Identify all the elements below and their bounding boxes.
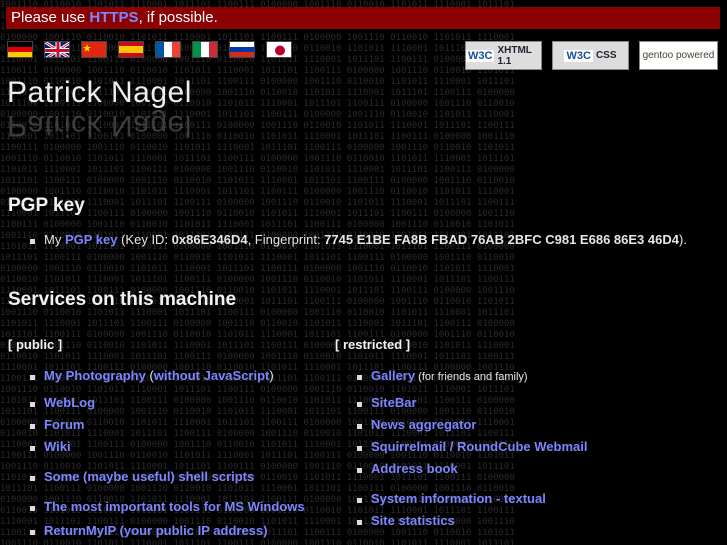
list-item: ReturnMyIP (your public IP address) — [8, 523, 305, 538]
photography-nojs-link[interactable]: without JavaScript — [154, 368, 270, 383]
address-book-link[interactable]: Address book — [371, 461, 458, 476]
list-item: Wiki — [8, 439, 305, 454]
pgp-heading: PGP key — [8, 195, 85, 216]
gentoo-badge-label: gentoo powered — [642, 50, 715, 61]
gallery-note: (for friends and family) — [415, 371, 528, 383]
list-item: System information - textual — [335, 491, 587, 506]
sitebar-link[interactable]: SiteBar — [371, 395, 417, 410]
list-item: Site statistics — [335, 513, 587, 528]
list-item: WebLog — [8, 395, 305, 410]
list-item: Forum — [8, 417, 305, 432]
list-item: My Photography (without JavaScript) — [8, 368, 305, 383]
list-item: Gallery (for friends and family) — [335, 368, 587, 383]
pgp-item: My PGP key (Key ID: 0x86E346D4, Fingerpr… — [8, 232, 687, 247]
flag-jp-icon[interactable] — [266, 41, 292, 58]
w3c-css-badge[interactable]: W3C CSS — [552, 41, 629, 70]
gallery-link[interactable]: Gallery — [371, 368, 415, 383]
list-item: Some (maybe useful) shell scripts — [8, 469, 305, 484]
https-banner: Please use HTTPS, if possible. — [6, 7, 720, 29]
photography-link[interactable]: My Photography — [44, 368, 146, 383]
services-heading: Services on this machine — [8, 289, 237, 310]
pgp-list: My PGP key (Key ID: 0x86E346D4, Fingerpr… — [8, 232, 687, 247]
https-link[interactable]: HTTPS — [89, 9, 138, 26]
language-flags — [7, 41, 292, 58]
flag-fr-icon[interactable] — [155, 41, 181, 58]
forum-link[interactable]: Forum — [44, 417, 84, 432]
flag-de-icon[interactable] — [7, 41, 33, 58]
returnmyip-link[interactable]: ReturnMyIP (your public IP address) — [44, 523, 267, 538]
list-item: The most important tools for MS Windows — [8, 499, 305, 514]
page-title-reflection: Patrick Nagel — [7, 109, 192, 142]
banner-prefix: Please use — [11, 9, 90, 26]
windows-tools-link[interactable]: The most important tools for MS Windows — [44, 499, 305, 514]
list-item: News aggregator — [335, 417, 587, 432]
css-badge-label: CSS — [595, 50, 617, 61]
flag-cn-icon[interactable] — [81, 41, 107, 58]
restricted-services-list: Gallery (for friends and family) SiteBar… — [335, 368, 587, 528]
page-title: Patrick Nagel — [7, 76, 192, 109]
flag-ru-icon[interactable] — [229, 41, 255, 58]
restricted-heading: [ restricted ] — [335, 337, 411, 352]
xhtml-badge-label: XHTML 1.1 — [497, 44, 532, 67]
list-item: Squirrelmail / RoundCube Webmail — [335, 439, 587, 454]
pgp-key-id: 0x86E346D4 — [171, 232, 248, 247]
public-services-list: My Photography (without JavaScript) WebL… — [8, 368, 305, 538]
flag-uk-icon[interactable] — [44, 41, 70, 58]
flag-es-icon[interactable] — [118, 41, 144, 58]
public-heading: [ public ] — [8, 337, 63, 352]
system-info-link[interactable]: System information - textual — [371, 491, 546, 506]
flag-it-icon[interactable] — [192, 41, 218, 58]
news-aggregator-link[interactable]: News aggregator — [371, 417, 476, 432]
list-item: Address book — [335, 461, 587, 476]
wiki-link[interactable]: Wiki — [44, 439, 71, 454]
shell-scripts-link[interactable]: Some (maybe useful) shell scripts — [44, 469, 254, 484]
weblog-link[interactable]: WebLog — [44, 395, 95, 410]
webmail-link[interactable]: Squirrelmail / RoundCube Webmail — [371, 439, 587, 454]
banner-suffix: , if possible. — [138, 9, 218, 26]
w3c-logo: W3C — [466, 49, 495, 62]
gentoo-badge[interactable]: gentoo powered — [639, 41, 718, 70]
pgp-fingerprint: 7745 E1BE FA8B FBAD 76AB 2BFC C981 E686 … — [324, 232, 679, 247]
validation-badges: W3C XHTML 1.1 W3C CSS gentoo powered — [465, 41, 718, 70]
list-item: SiteBar — [335, 395, 587, 410]
w3c-logo: W3C — [564, 49, 593, 62]
site-statistics-link[interactable]: Site statistics — [371, 513, 455, 528]
w3c-xhtml-badge[interactable]: W3C XHTML 1.1 — [465, 41, 542, 70]
pgp-key-link[interactable]: PGP key — [65, 232, 118, 247]
